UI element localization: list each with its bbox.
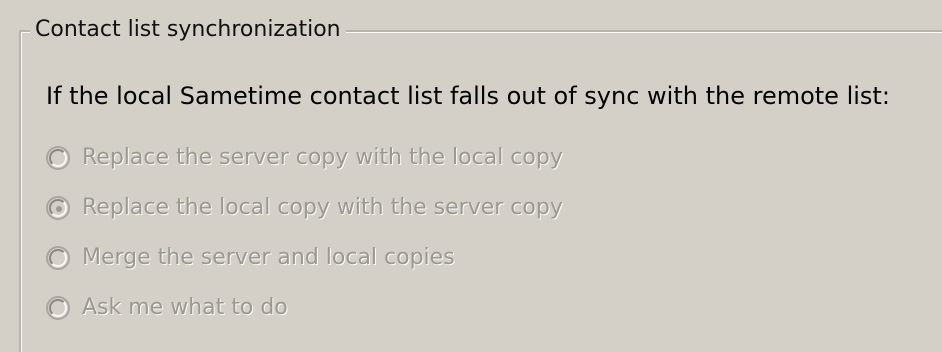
option-replace-server[interactable]: Replace the server copy with the local c… [46,140,563,176]
radio-ask-me[interactable] [46,296,70,320]
option-label: Replace the server copy with the local c… [82,145,563,170]
preferences-panel: Contact list synchronization If the loca… [0,0,942,352]
radio-replace-local[interactable] [46,196,70,220]
radio-replace-server[interactable] [46,146,70,170]
option-merge[interactable]: Merge the server and local copies [46,240,455,276]
radio-merge[interactable] [46,246,70,270]
radio-dot-icon [56,206,62,212]
option-replace-local[interactable]: Replace the local copy with the server c… [46,190,563,226]
sync-question: If the local Sametime contact list falls… [46,82,890,110]
option-label: Replace the local copy with the server c… [82,195,563,220]
option-label: Merge the server and local copies [82,245,455,270]
groupbox-title: Contact list synchronization [30,12,346,48]
